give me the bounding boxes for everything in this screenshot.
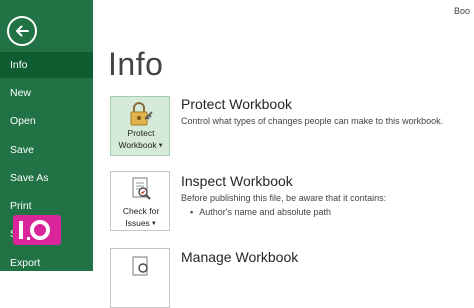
lock-key-icon bbox=[130, 102, 153, 126]
dropdown-caret-icon: ▼ bbox=[150, 221, 157, 227]
inspect-workbook-title: Inspect Workbook bbox=[181, 173, 293, 189]
inspect-tile-line2: Issues bbox=[125, 218, 150, 228]
manage-workbook-title: Manage Workbook bbox=[181, 249, 299, 265]
sidebar-item-save-as[interactable]: Save As bbox=[0, 165, 93, 191]
dropdown-caret-icon: ▼ bbox=[157, 143, 164, 149]
window-title-fragment: Boo bbox=[453, 6, 470, 16]
sidebar-item-export[interactable]: Export bbox=[0, 250, 93, 276]
protect-tile-line2-row: Workbook▼ bbox=[111, 139, 171, 152]
inspect-workbook-description: Before publishing this file, be aware th… bbox=[181, 193, 387, 203]
inspect-tile-line2-row: Issues▼ bbox=[111, 217, 171, 230]
inspect-bullet-text: Author's name and absolute path bbox=[199, 207, 332, 217]
protect-tile-line1: Protect bbox=[127, 128, 155, 138]
sidebar-item-info[interactable]: Info bbox=[0, 52, 93, 78]
manage-workbook-button[interactable] bbox=[110, 248, 170, 308]
sidebar-item-open[interactable]: Open bbox=[0, 108, 93, 134]
bullet-icon: ▪ bbox=[190, 207, 194, 217]
watermark-logo bbox=[13, 215, 61, 245]
sidebar-item-new[interactable]: New bbox=[0, 80, 93, 106]
sidebar-item-save[interactable]: Save bbox=[0, 137, 93, 163]
back-button[interactable] bbox=[7, 16, 37, 46]
backstage-sidebar: Info New Open Save Save As Print Share E… bbox=[0, 0, 93, 271]
page-title: Info bbox=[108, 46, 164, 82]
inspect-tile-line1: Check for bbox=[122, 206, 160, 216]
inspect-document-icon bbox=[132, 177, 151, 200]
manage-document-icon bbox=[132, 256, 148, 276]
list-item: ▪ Author's name and absolute path bbox=[190, 207, 331, 217]
protect-workbook-button[interactable]: Protect Workbook▼ bbox=[110, 96, 170, 156]
check-for-issues-button[interactable]: Check for Issues▼ bbox=[110, 171, 170, 231]
protect-tile-line2: Workbook bbox=[118, 140, 157, 150]
protect-workbook-description: Control what types of changes people can… bbox=[181, 116, 444, 126]
protect-workbook-title: Protect Workbook bbox=[181, 96, 293, 112]
back-arrow-icon bbox=[16, 25, 29, 37]
